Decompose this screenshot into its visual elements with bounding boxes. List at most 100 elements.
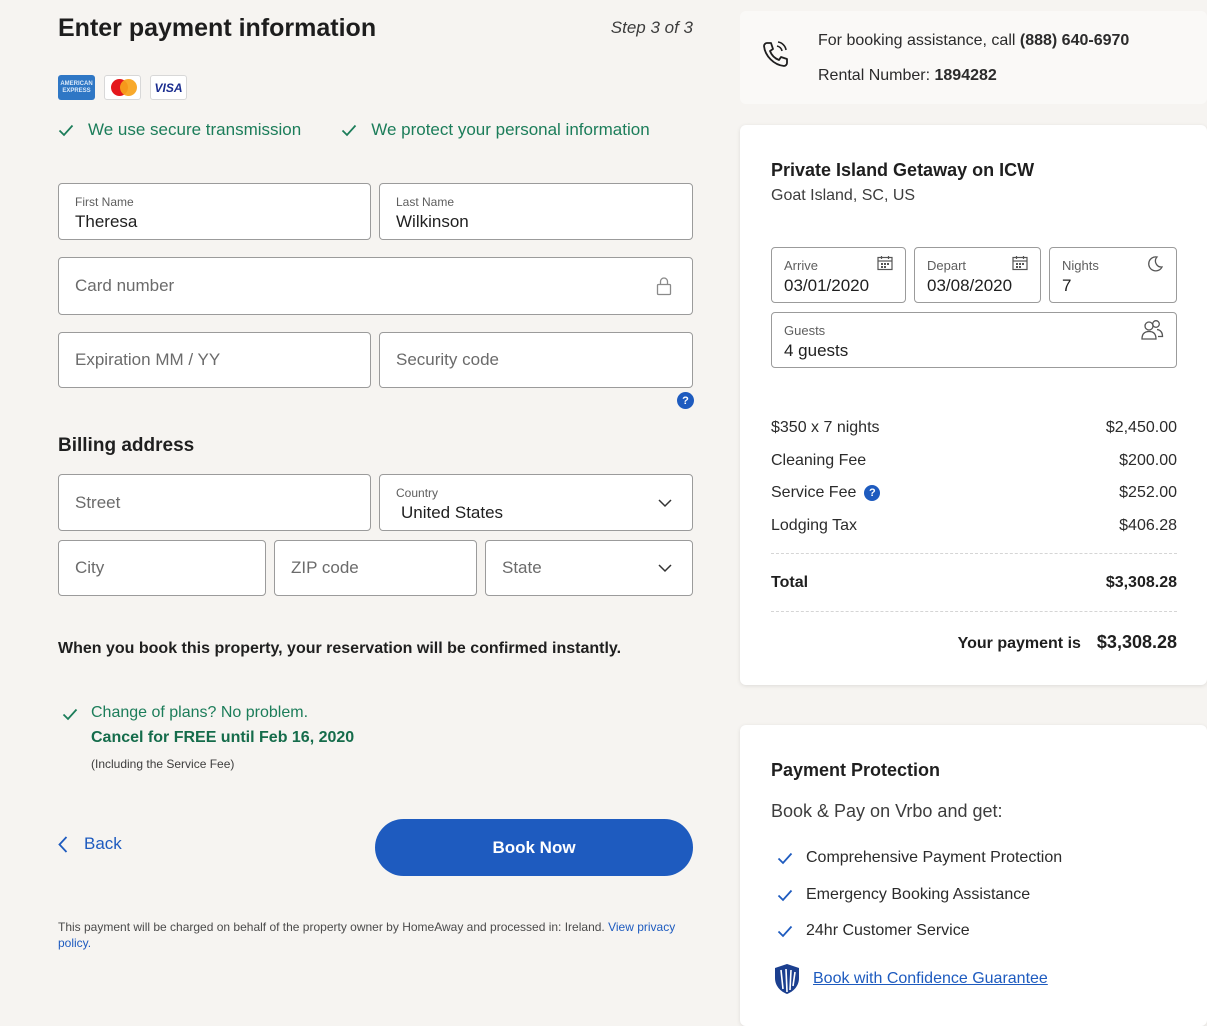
card-number-placeholder: Card number bbox=[75, 276, 175, 295]
change-plans-text: Change of plans? No problem. bbox=[91, 704, 309, 721]
payment-summary: Your payment is $3,308.28 bbox=[771, 632, 1177, 653]
total-amount: $3,308.28 bbox=[1105, 574, 1177, 591]
protect-info-text: We protect your personal information bbox=[371, 120, 650, 139]
calendar-icon bbox=[1012, 256, 1028, 271]
divider bbox=[771, 553, 1177, 554]
nights-field: Nights 7 bbox=[1049, 247, 1177, 303]
page-title: Enter payment information bbox=[58, 14, 377, 42]
last-name-label: Last Name bbox=[396, 195, 455, 209]
street-placeholder: Street bbox=[75, 492, 121, 512]
first-name-label: First Name bbox=[75, 195, 134, 209]
zip-code-input[interactable]: ZIP code bbox=[274, 540, 477, 596]
rental-number-value: 1894282 bbox=[934, 67, 997, 84]
amex-logo: AMERICAN EXPRESS bbox=[58, 75, 95, 100]
zip-code-placeholder: ZIP code bbox=[291, 558, 359, 577]
calendar-icon bbox=[877, 256, 893, 271]
nights-label: Nights bbox=[1062, 258, 1099, 273]
rental-number-prefix: Rental Number: bbox=[818, 67, 935, 84]
security-code-help-icon[interactable]: ? bbox=[677, 392, 694, 409]
price-label: Service Fee bbox=[771, 484, 857, 501]
price-label: Lodging Tax bbox=[771, 517, 857, 534]
last-name-field[interactable]: Last Name Wilkinson bbox=[379, 183, 693, 240]
payment-protection-subtitle: Book & Pay on Vrbo and get: bbox=[771, 801, 1003, 821]
protection-item-label: 24hr Customer Service bbox=[806, 922, 970, 939]
mastercard-logo bbox=[104, 75, 141, 100]
step-indicator: Step 3 of 3 bbox=[610, 18, 693, 37]
instant-confirmation-text: When you book this property, your reserv… bbox=[58, 640, 622, 657]
booking-assistance-panel bbox=[740, 11, 1207, 104]
cleaning-fee-row: Cleaning Fee $200.00 bbox=[771, 452, 1177, 470]
country-select[interactable]: Country United States bbox=[379, 474, 693, 531]
secure-transmission: We use secure transmission bbox=[58, 120, 301, 140]
first-name-value[interactable]: Theresa bbox=[75, 212, 137, 232]
payment-amount: $3,308.28 bbox=[1096, 632, 1177, 652]
price-amount: $200.00 bbox=[1119, 452, 1177, 469]
payment-label: Your payment is bbox=[957, 635, 1081, 652]
check-icon bbox=[777, 925, 793, 938]
payment-protection-title: Payment Protection bbox=[771, 760, 941, 780]
secure-transmission-text: We use secure transmission bbox=[88, 120, 302, 139]
confidence-guarantee[interactable]: Book with Confidence Guarantee bbox=[773, 963, 1048, 995]
arrive-date-field[interactable]: Arrive 03/01/2020 bbox=[771, 247, 906, 303]
country-label: Country bbox=[396, 486, 439, 500]
security-assurances: We use secure transmission We protect yo… bbox=[58, 120, 650, 140]
legal-notice: This payment will be charged on behalf o… bbox=[58, 919, 678, 951]
total-row: Total $3,308.28 bbox=[771, 574, 1177, 592]
security-code-input[interactable]: Security code bbox=[379, 332, 693, 388]
guests-label: Guests bbox=[784, 323, 826, 338]
protection-item: 24hr Customer Service bbox=[777, 922, 970, 940]
nights-value: 7 bbox=[1062, 276, 1072, 295]
protection-item-label: Comprehensive Payment Protection bbox=[806, 849, 1063, 866]
first-name-field[interactable]: First Name Theresa bbox=[58, 183, 371, 240]
protection-item: Comprehensive Payment Protection bbox=[777, 849, 1062, 867]
check-icon bbox=[342, 124, 357, 137]
card-number-input[interactable]: Card number bbox=[58, 257, 693, 315]
price-amount: $2,450.00 bbox=[1105, 419, 1177, 436]
service-fee-help-icon[interactable]: ? bbox=[864, 485, 881, 501]
state-select[interactable]: State bbox=[485, 540, 693, 596]
guests-field[interactable]: Guests 4 guests bbox=[771, 312, 1177, 368]
total-label: Total bbox=[771, 574, 809, 591]
check-icon bbox=[62, 708, 78, 721]
guests-icon bbox=[1141, 320, 1164, 340]
security-code-placeholder: Security code bbox=[396, 350, 499, 369]
moon-icon bbox=[1148, 256, 1164, 272]
country-value: United States bbox=[401, 503, 504, 522]
service-fee-row: Service Fee ? $252.00 bbox=[771, 484, 1177, 502]
street-input[interactable]: Street bbox=[58, 474, 371, 531]
check-icon bbox=[58, 124, 74, 137]
price-amount: $252.00 bbox=[1119, 484, 1177, 501]
phone-icon bbox=[763, 41, 788, 67]
accepted-cards: AMERICAN EXPRESS VISA bbox=[58, 75, 187, 100]
city-input[interactable]: City bbox=[58, 540, 266, 596]
property-location: Goat Island, SC, US bbox=[771, 187, 916, 204]
billing-address-heading: Billing address bbox=[58, 435, 195, 456]
expiration-placeholder: Expiration MM / YY bbox=[75, 350, 221, 369]
lodging-tax-row: Lodging Tax $406.28 bbox=[771, 517, 1177, 535]
chevron-left-icon bbox=[58, 835, 68, 853]
visa-logo-text: VISA bbox=[154, 80, 183, 95]
service-fee-label-wrap: Service Fee ? bbox=[771, 484, 881, 502]
back-link[interactable]: Back bbox=[58, 834, 122, 854]
guarantee-link[interactable]: Book with Confidence Guarantee bbox=[813, 970, 1048, 988]
last-name-value[interactable]: Wilkinson bbox=[396, 212, 469, 232]
state-placeholder: State bbox=[502, 558, 542, 577]
price-label: Cleaning Fee bbox=[771, 452, 867, 469]
property-name: Private Island Getaway on ICW bbox=[771, 160, 1035, 180]
nightly-rate-row: $350 x 7 nights $2,450.00 bbox=[771, 419, 1177, 437]
chevron-down-icon bbox=[658, 498, 672, 507]
booking-summary-panel bbox=[740, 125, 1207, 685]
shield-icon bbox=[775, 964, 799, 994]
free-cancellation-text: Cancel for FREE until Feb 16, 2020 bbox=[91, 729, 355, 746]
depart-label: Depart bbox=[927, 258, 967, 273]
protect-info: We protect your personal information bbox=[341, 120, 650, 140]
chevron-down-icon bbox=[658, 564, 672, 573]
assistance-prefix: For booking assistance, call bbox=[818, 32, 1020, 49]
depart-date-field[interactable]: Depart 03/08/2020 bbox=[914, 247, 1041, 303]
arrive-value: 03/01/2020 bbox=[784, 276, 870, 295]
assistance-phone[interactable]: (888) 640-6970 bbox=[1020, 32, 1129, 49]
book-now-button[interactable]: Book Now bbox=[375, 819, 693, 876]
expiration-input[interactable]: Expiration MM / YY bbox=[58, 332, 371, 388]
guests-value: 4 guests bbox=[784, 341, 849, 360]
back-label: Back bbox=[84, 834, 122, 853]
